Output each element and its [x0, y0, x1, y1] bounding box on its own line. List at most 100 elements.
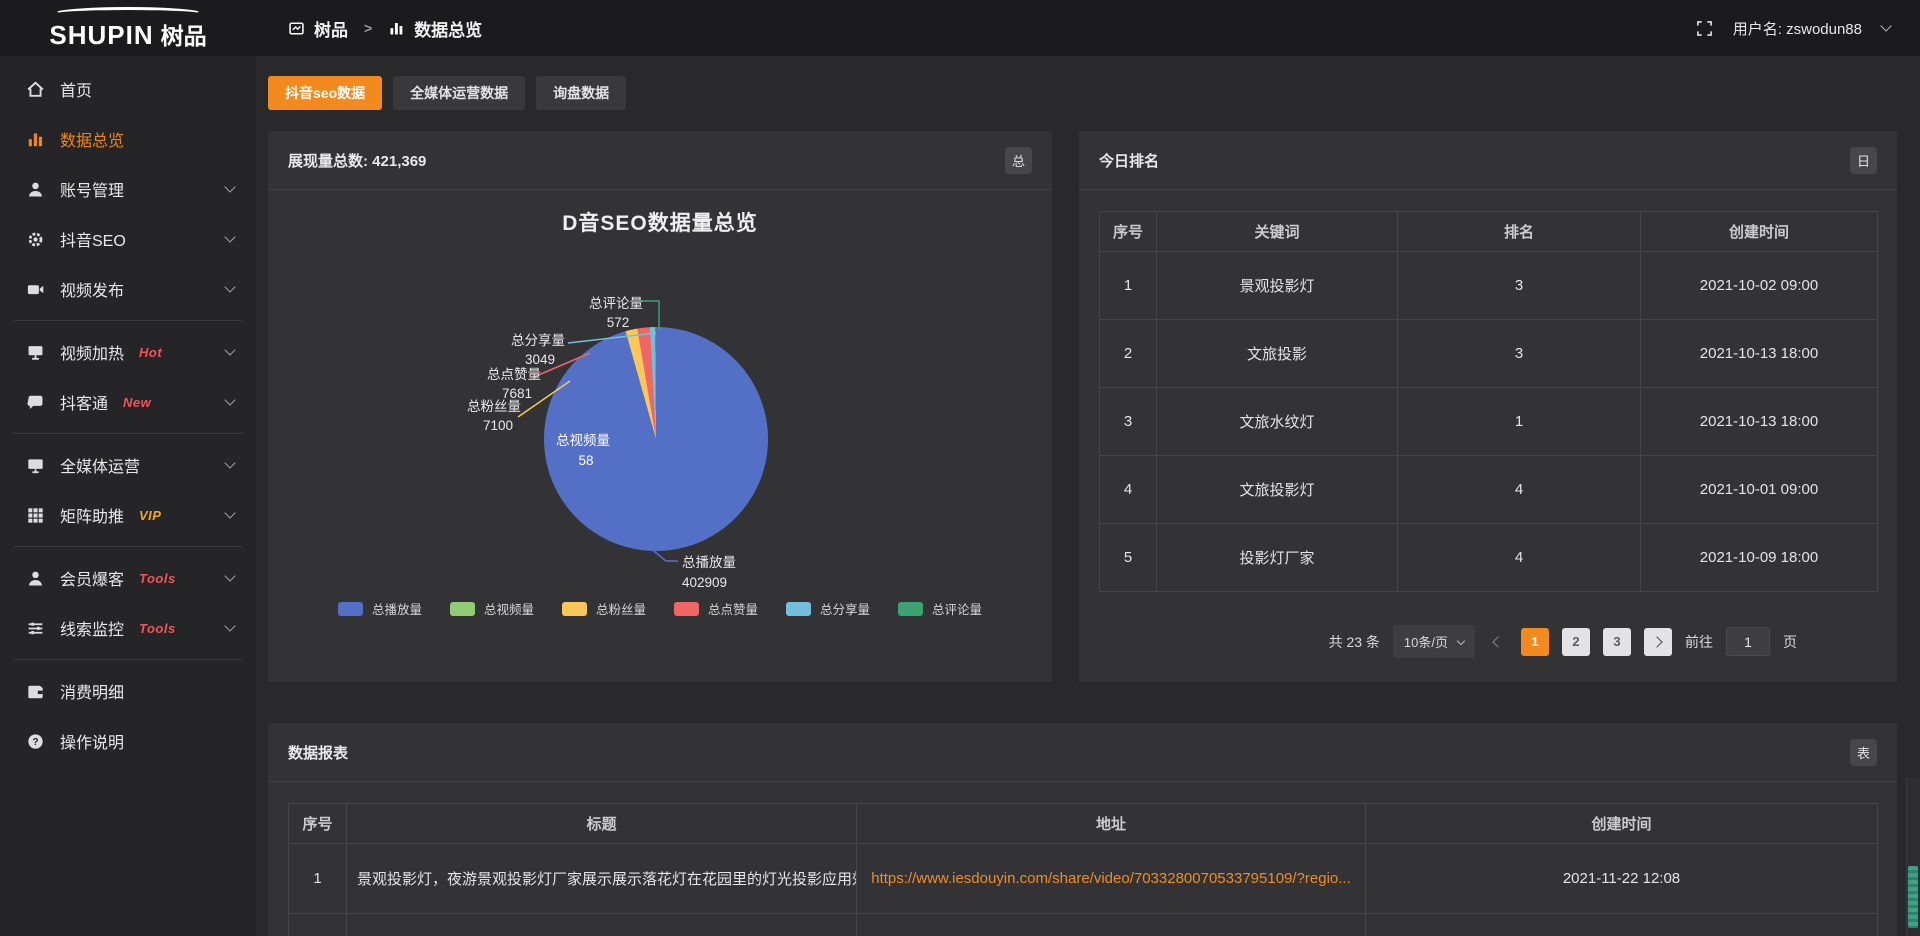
breadcrumb-current: 数据总览: [414, 16, 482, 41]
legend-item-comments[interactable]: 总评论量: [898, 599, 982, 618]
sidebar-item-video-publish[interactable]: 视频发布: [0, 264, 256, 314]
goto-page-input[interactable]: [1726, 627, 1770, 656]
sidebar-item-label: 数据总览: [60, 127, 124, 151]
tab-media-operation-data[interactable]: 全媒体运营数据: [393, 76, 525, 110]
sidebar-item-label: 视频加热: [60, 340, 124, 364]
sidebar-item-matrix-boost[interactable]: 矩阵助推 VIP: [0, 490, 256, 540]
page-button-2[interactable]: 2: [1562, 628, 1590, 656]
sidebar-item-lead-monitor[interactable]: 线索监控 Tools: [0, 603, 256, 653]
chevron-down-icon[interactable]: [1880, 20, 1891, 31]
legend-swatch: [450, 602, 475, 616]
data-report-panel: 数据报表 表 序号 标题 地址 创建时间 1 景观投影灯，夜游景观投影灯厂: [268, 723, 1897, 936]
sidebar-item-label: 线索监控: [60, 616, 124, 640]
legend-item-shares[interactable]: 总分享量: [786, 599, 870, 618]
hot-badge: Hot: [139, 345, 162, 360]
pagination: 共 23 条 10条/页 1 2 3 前往 页: [1329, 625, 1797, 658]
app-root: SHUPIN 树品 树品 > 数据总览 用户名: zswodun88 首页 数据…: [0, 0, 1920, 936]
vip-badge: VIP: [139, 508, 161, 523]
table-row[interactable]: 4文旅投影灯42021-10-01 09:00: [1100, 456, 1878, 524]
sidebar-item-douyin-seo[interactable]: 抖音SEO: [0, 214, 256, 264]
sidebar-item-consumption[interactable]: 消费明细: [0, 666, 256, 716]
pie-value-plays: 402909: [682, 575, 727, 590]
table-row[interactable]: 2文旅投影32021-10-13 18:00: [1100, 320, 1878, 388]
chevron-down-icon: [1457, 636, 1465, 644]
sidebar-divider: [14, 659, 242, 660]
legend-item-videos[interactable]: 总视频量: [450, 599, 534, 618]
total-count: 共 23 条: [1329, 632, 1380, 652]
sliders-icon: [26, 619, 45, 638]
table-row[interactable]: 1景观投影灯32021-10-02 09:00: [1100, 252, 1878, 320]
legend-item-likes[interactable]: 总点赞量: [674, 599, 758, 618]
sidebar-item-video-heat[interactable]: 视频加热 Hot: [0, 327, 256, 377]
prev-page-button[interactable]: [1488, 638, 1508, 646]
chevron-down-icon: [224, 344, 235, 355]
scrollbar-track[interactable]: [1906, 778, 1920, 936]
top-header: SHUPIN 树品 树品 > 数据总览 用户名: zswodun88: [0, 0, 1920, 56]
pie-label-comments: 总评论量: [589, 296, 643, 311]
table-row[interactable]: 3文旅水纹灯12021-10-13 18:00: [1100, 388, 1878, 456]
table-toggle-button[interactable]: 表: [1850, 739, 1877, 766]
table-row: [289, 914, 1878, 936]
breadcrumb-separator: >: [364, 20, 372, 36]
next-page-button[interactable]: [1644, 628, 1672, 656]
report-table: 序号 标题 地址 创建时间 1 景观投影灯，夜游景观投影灯厂家展示展示落花灯在花…: [288, 803, 1878, 936]
video-link[interactable]: https://www.iesdouyin.com/share/video/70…: [857, 844, 1366, 914]
tools-badge: Tools: [139, 571, 176, 586]
billboard-icon: [26, 343, 45, 362]
chevron-left-icon: [1492, 636, 1503, 647]
site-icon: [288, 20, 305, 37]
tab-inquiry-data[interactable]: 询盘数据: [536, 76, 626, 110]
chart-legend: 总播放量 总视频量 总粉丝量 总点赞量 总分享量 总评论量: [268, 599, 1052, 618]
tab-douyin-seo-data[interactable]: 抖音seo数据: [268, 76, 382, 110]
logo-text-cn: 树品: [161, 17, 207, 51]
fullscreen-icon[interactable]: [1696, 20, 1713, 37]
chevron-right-icon: [1651, 636, 1662, 647]
total-toggle-button[interactable]: 总: [1005, 147, 1032, 174]
legend-swatch: [338, 602, 363, 616]
breadcrumb: 树品 > 数据总览: [288, 16, 482, 41]
legend-swatch: [562, 602, 587, 616]
wallet-icon: [26, 682, 45, 701]
sidebar-item-label: 视频发布: [60, 277, 124, 301]
table-row[interactable]: 1 景观投影灯，夜游景观投影灯厂家展示展示落花灯在花园里的灯光投影应用效果 # …: [289, 844, 1878, 914]
pie-chart-area: D音SEO数据量总览 总评论量 572 总分享量 3049 总点赞量: [268, 191, 1052, 682]
chat-icon: [26, 393, 45, 412]
sidebar-item-label: 首页: [60, 77, 92, 101]
logo: SHUPIN 树品: [0, 5, 256, 51]
sidebar-item-member-burst[interactable]: 会员爆客 Tools: [0, 553, 256, 603]
user-icon: [26, 180, 45, 199]
chevron-down-icon: [224, 507, 235, 518]
page-button-3[interactable]: 3: [1603, 628, 1631, 656]
page-size-select[interactable]: 10条/页: [1393, 625, 1475, 658]
sidebar-item-data-overview[interactable]: 数据总览: [0, 114, 256, 164]
day-toggle-button[interactable]: 日: [1850, 147, 1877, 174]
pie[interactable]: [544, 327, 768, 551]
sidebar-divider: [14, 546, 242, 547]
sidebar: 首页 数据总览 账号管理 抖音SEO 视频发布 视频加热 Hot: [0, 56, 256, 936]
scrollbar-thumb[interactable]: [1908, 866, 1918, 928]
logo-text: SHUPIN: [49, 20, 153, 51]
sidebar-item-help[interactable]: ? 操作说明: [0, 716, 256, 766]
sidebar-item-account[interactable]: 账号管理: [0, 164, 256, 214]
breadcrumb-root[interactable]: 树品: [314, 16, 348, 41]
col-title: 标题: [347, 804, 857, 844]
pie-label-fans: 总粉丝量: [467, 399, 521, 414]
pie-value-comments: 572: [607, 315, 630, 330]
rank-table-header: 序号 关键词 排名 创建时间: [1100, 212, 1878, 252]
legend-item-fans[interactable]: 总粉丝量: [562, 599, 646, 618]
sidebar-item-media-operation[interactable]: 全媒体运营: [0, 440, 256, 490]
pie-label-shares: 总分享量: [511, 332, 565, 348]
sidebar-item-douketong[interactable]: 抖客通 New: [0, 377, 256, 427]
grid-icon: [26, 506, 45, 525]
sidebar-item-label: 消费明细: [60, 679, 124, 703]
legend-item-plays[interactable]: 总播放量: [338, 599, 422, 618]
bar-chart-icon: [26, 130, 45, 149]
report-panel-title: 数据报表: [288, 742, 348, 763]
page-button-1[interactable]: 1: [1521, 628, 1549, 656]
monitor-icon: [26, 456, 45, 475]
chart-title: D音SEO数据量总览: [268, 207, 1052, 237]
goto-suffix: 页: [1783, 632, 1797, 652]
help-icon: ?: [26, 732, 45, 751]
table-row[interactable]: 5投影灯厂家42021-10-09 18:00: [1100, 524, 1878, 592]
sidebar-item-home[interactable]: 首页: [0, 64, 256, 114]
